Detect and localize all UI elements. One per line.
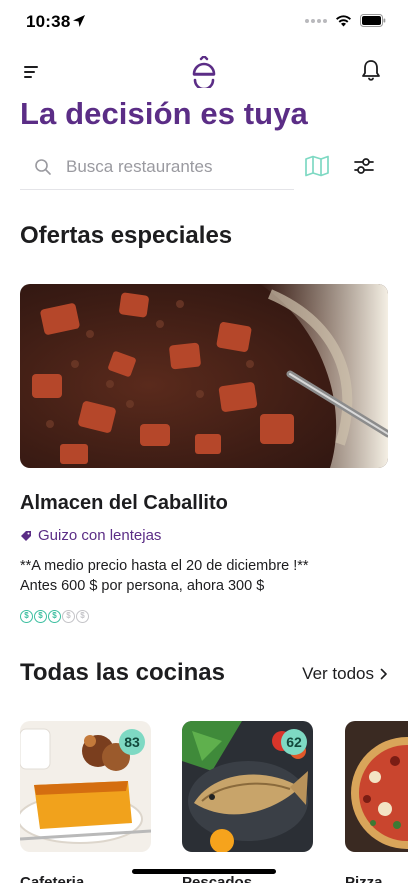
menu-icon[interactable] <box>22 62 42 82</box>
price-coin-icon: $ <box>76 610 89 623</box>
cloche-logo-icon <box>192 56 216 88</box>
tag-icon <box>21 530 31 541</box>
pizza-image <box>345 721 408 852</box>
see-all-label: Ver todos <box>302 664 374 683</box>
status-time: 10:38 <box>26 12 71 31</box>
status-bar: 10:38 <box>0 0 408 44</box>
location-arrow-icon <box>73 15 85 27</box>
page-title: La decisión es tuya <box>20 96 308 131</box>
search-box[interactable] <box>20 146 294 190</box>
offer-dish-label: Guizo con lentejas <box>38 527 162 544</box>
chevron-right-icon <box>380 668 387 680</box>
offer-dish-tag: Guizo con lentejas <box>20 527 161 544</box>
offer-restaurant-name[interactable]: Almacen del Caballito <box>20 492 228 515</box>
home-indicator[interactable] <box>132 869 276 874</box>
cuisine-count-badge: 83 <box>119 729 145 755</box>
battery-icon <box>360 14 386 27</box>
search-input[interactable] <box>66 152 288 182</box>
offer-description-line: **A medio precio hasta el 20 de diciembr… <box>20 558 309 574</box>
search-icon <box>35 159 51 175</box>
wifi-icon <box>336 15 351 27</box>
offers-section-title: Ofertas especiales <box>20 222 233 249</box>
sliders-icon[interactable] <box>353 155 375 177</box>
map-icon[interactable] <box>304 155 330 177</box>
offer-image[interactable] <box>20 284 388 468</box>
price-coin-icon: $ <box>62 610 75 623</box>
cuisine-card-pescados[interactable]: 62 <box>182 721 313 852</box>
cuisine-label: Pizza <box>345 874 383 883</box>
cuisine-label: Pescados <box>182 874 253 883</box>
cuisine-card-pizza[interactable] <box>345 721 408 852</box>
bell-icon[interactable] <box>360 58 382 82</box>
see-all-link[interactable]: Ver todos <box>302 664 388 684</box>
offer-description-line: Antes 600 $ por persona, ahora 300 $ <box>20 578 265 594</box>
cuisine-count-badge: 62 <box>281 729 307 755</box>
cuisine-label: Cafeteria <box>20 874 85 883</box>
top-nav-bar <box>0 52 408 92</box>
status-indicators <box>305 14 386 27</box>
price-level-rating: $ $ $ $ $ <box>20 610 89 623</box>
price-coin-icon: $ <box>48 610 61 623</box>
cellular-signal-icon <box>305 18 327 23</box>
cuisine-card-cafeteria[interactable]: 83 <box>20 721 151 852</box>
lentil-stew-image <box>20 284 388 468</box>
cuisines-section-title: Todas las cocinas <box>20 659 225 686</box>
price-coin-icon: $ <box>20 610 33 623</box>
offer-description: **A medio precio hasta el 20 de diciembr… <box>20 556 309 596</box>
price-coin-icon: $ <box>34 610 47 623</box>
